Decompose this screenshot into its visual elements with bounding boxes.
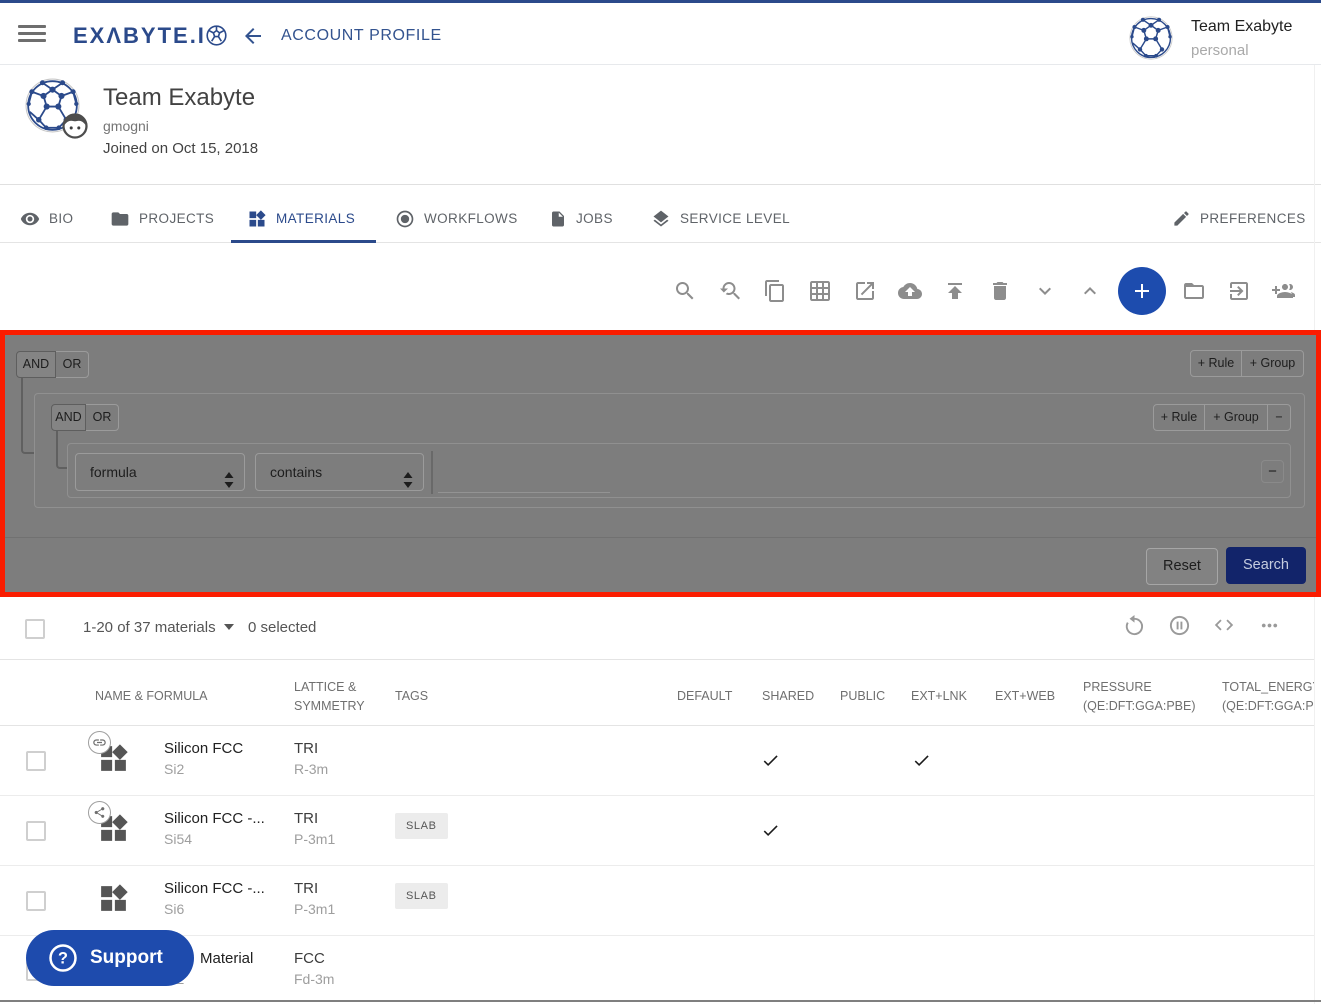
svg-text:?: ?: [58, 950, 68, 968]
